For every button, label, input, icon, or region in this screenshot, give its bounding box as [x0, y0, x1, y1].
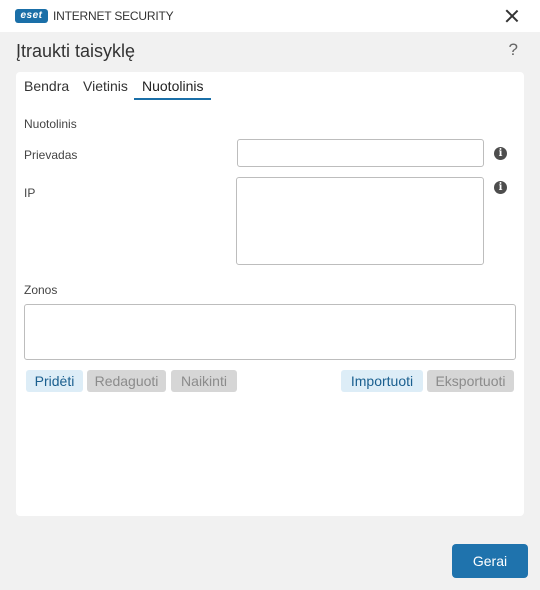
tab-remote[interactable]: Nuotolinis [134, 78, 212, 100]
import-button[interactable]: Importuoti [341, 370, 423, 392]
zones-list[interactable] [24, 304, 516, 360]
dialog-title: Įtraukti taisyklę [16, 41, 136, 61]
delete-button[interactable]: Naikinti [171, 370, 237, 392]
section-title: Nuotolinis [24, 117, 77, 131]
port-info-icon[interactable]: i [494, 147, 507, 160]
ip-label: IP [24, 186, 36, 200]
help-icon[interactable]: ? [509, 40, 518, 60]
zones-label: Zonos [24, 283, 58, 297]
ip-textarea[interactable] [236, 177, 484, 265]
rule-panel: Bendra Vietinis Nuotolinis Nuotolinis Pr… [16, 72, 524, 516]
ok-button[interactable]: Gerai [452, 544, 528, 578]
export-button[interactable]: Eksportuoti [427, 370, 514, 392]
add-button[interactable]: Pridėti [26, 370, 83, 392]
tab-general[interactable]: Bendra [24, 78, 69, 98]
eset-logo: eset [15, 9, 48, 23]
product-name: INTERNET SECURITY [53, 9, 174, 23]
port-input[interactable] [237, 139, 484, 167]
tab-local[interactable]: Vietinis [83, 78, 128, 98]
close-icon[interactable] [502, 6, 522, 26]
title-bar: eset INTERNET SECURITY [0, 0, 540, 32]
ip-info-icon[interactable]: i [494, 181, 507, 194]
edit-button[interactable]: Redaguoti [87, 370, 166, 392]
port-label: Prievadas [24, 148, 78, 162]
